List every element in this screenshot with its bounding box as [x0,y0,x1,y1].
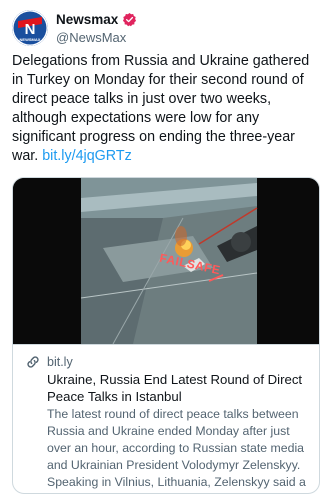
author-handle[interactable]: @NewsMax [56,30,137,45]
name-row: Newsmax [56,11,137,27]
card-domain-row: bit.ly [23,354,309,370]
verified-badge-icon[interactable] [122,12,137,27]
avatar-letter: N [25,21,36,38]
author-names: Newsmax @NewsMax [56,11,137,45]
tweet-text: Delegations from Russia and Ukraine gath… [12,52,322,166]
card-description: The latest round of direct peace talks b… [47,407,306,493]
card-body[interactable]: bit.ly Ukraine, Russia End Latest Round … [13,344,319,493]
card-domain: bit.ly [47,355,73,369]
card-title[interactable]: Ukraine, Russia End Latest Round of Dire… [47,371,309,405]
avatar-logo: N NEWSMAX [12,10,48,46]
tweet-header: N NEWSMAX Newsmax @NewsMax [12,10,320,46]
author-display-name[interactable]: Newsmax [56,12,118,27]
link-card[interactable]: FAILSAFE bit.ly Ukraine, Russia End Late… [12,177,320,494]
link-icon [25,354,41,370]
avatar-wordmark: NEWSMAX [20,37,41,42]
card-media[interactable]: FAILSAFE [13,178,319,344]
avatar[interactable]: N NEWSMAX [12,10,48,46]
tweet-link[interactable]: bit.ly/4jqGRTz [42,148,132,164]
